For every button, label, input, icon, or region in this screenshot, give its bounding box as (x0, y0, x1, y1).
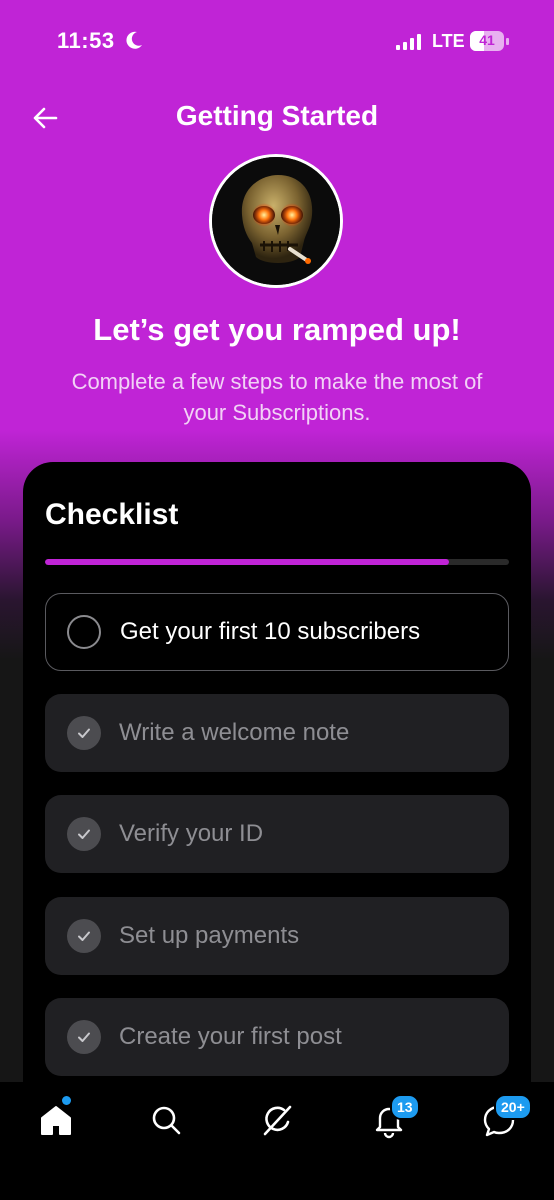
checkmark-icon (67, 1020, 101, 1054)
grok-icon[interactable] (257, 1100, 297, 1140)
checklist-item-label: Write a welcome note (119, 719, 350, 746)
checklist-progress-bar (45, 559, 509, 565)
skull-avatar-image (212, 157, 340, 285)
avatar (209, 154, 343, 288)
moon-icon (126, 31, 142, 49)
progress-fill (45, 559, 449, 565)
page-title: Getting Started (175, 100, 379, 131)
battery-level: 41 (479, 32, 495, 48)
network-type: LTE (432, 31, 465, 51)
checklist-item-payments[interactable]: Set up payments (45, 897, 509, 975)
checklist-item-welcome-note[interactable]: Write a welcome note (45, 694, 509, 772)
checklist-item-first-post[interactable]: Create your first post (45, 998, 509, 1076)
status-bar: 11:53 LTE 41 (0, 0, 554, 84)
search-icon[interactable] (146, 1100, 186, 1140)
battery-icon: 41 (470, 31, 510, 51)
empty-circle-icon[interactable] (67, 615, 101, 649)
checkmark-icon (67, 817, 101, 851)
home-notification-dot (62, 1096, 71, 1105)
subtitle: Complete a few steps to make the most of… (71, 369, 483, 425)
cellular-signal-icon (396, 34, 421, 50)
headline: Let’s get you ramped up! (93, 312, 461, 347)
messages-badge: 20+ (494, 1094, 532, 1120)
checkmark-icon (67, 919, 101, 953)
checklist-item-verify-id[interactable]: Verify your ID (45, 795, 509, 873)
checklist-title: Checklist (45, 498, 179, 531)
checkmark-icon (67, 716, 101, 750)
checklist-item-label: Get your first 10 subscribers (120, 618, 421, 645)
checklist-item-label: Set up payments (119, 922, 300, 949)
checklist-item-label: Verify your ID (119, 820, 264, 847)
checklist-item-subscribers[interactable]: Get your first 10 subscribers (45, 593, 509, 671)
checklist-card: Checklist Get your first 10 subscribers … (23, 462, 531, 1142)
home-icon[interactable] (36, 1100, 76, 1140)
notifications-badge: 13 (390, 1094, 420, 1120)
checklist-item-label: Create your first post (119, 1023, 342, 1050)
status-time: 11:53 (57, 28, 115, 53)
bottom-nav: 13 20+ (0, 1082, 554, 1200)
